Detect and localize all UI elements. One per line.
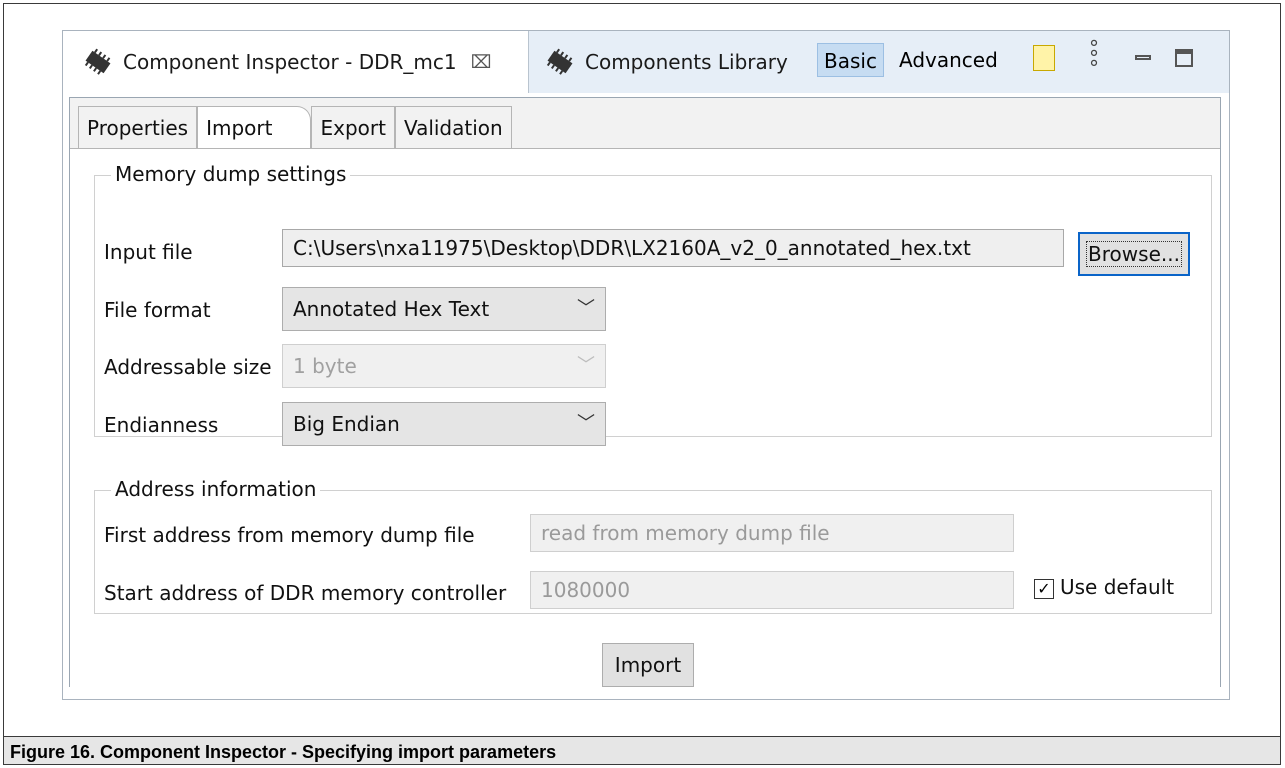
first-address-field: read from memory dump file	[530, 514, 1014, 552]
use-default-checkbox[interactable]: ✓	[1034, 579, 1054, 599]
tab-component-inspector[interactable]: Component Inspector - DDR_mc1 ⌧	[63, 31, 529, 93]
first-address-label: First address from memory dump file	[104, 523, 475, 547]
advanced-mode-button[interactable]: Advanced	[893, 43, 1004, 77]
browse-button-label: Browse...	[1086, 241, 1182, 267]
tab-export[interactable]: Export	[311, 106, 395, 148]
endianness-value: Big Endian	[293, 412, 400, 436]
start-address-field: 1080000	[530, 571, 1014, 609]
tab-import[interactable]: Import	[197, 106, 312, 148]
component-inspector-window: Component Inspector - DDR_mc1 ⌧ Componen…	[62, 30, 1230, 700]
file-format-value: Annotated Hex Text	[293, 297, 490, 321]
memory-dump-group: Memory dump settings	[94, 162, 1212, 437]
tab-properties[interactable]: Properties	[78, 106, 198, 148]
addressable-size-select: 1 byte ﹀	[282, 344, 606, 388]
tab-components-library-label: Components Library	[585, 50, 788, 74]
input-file-label: Input file	[104, 240, 193, 264]
minimize-icon[interactable]	[1135, 55, 1151, 60]
subtab-bar: Properties Import Export Validation	[78, 106, 512, 148]
tab-component-inspector-label: Component Inspector - DDR_mc1	[123, 50, 457, 74]
use-default-label: Use default	[1060, 575, 1175, 599]
view-menu-icon[interactable]: ° ° °	[1089, 38, 1099, 78]
maximize-icon[interactable]	[1175, 49, 1193, 67]
import-panel: Memory dump settings Input file C:\Users…	[70, 148, 1220, 687]
input-file-field[interactable]: C:\Users\nxa11975\Desktop\DDR\LX2160A_v2…	[282, 229, 1064, 267]
basic-mode-button[interactable]: Basic	[817, 43, 884, 77]
browse-button[interactable]: Browse...	[1078, 232, 1190, 276]
close-tab-icon[interactable]: ⌧	[471, 52, 492, 73]
figure-caption: Figure 16. Component Inspector - Specify…	[10, 742, 557, 762]
view-tab-bar: Component Inspector - DDR_mc1 ⌧ Componen…	[63, 31, 1229, 93]
chip-icon	[84, 48, 111, 75]
tab-components-library[interactable]: Components Library	[529, 31, 807, 93]
start-address-label: Start address of DDR memory controller	[104, 581, 507, 605]
file-format-label: File format	[104, 298, 211, 322]
addressable-size-value: 1 byte	[293, 354, 357, 378]
chevron-down-icon: ﹀	[577, 355, 595, 376]
chip-icon	[546, 48, 573, 75]
caption-bar: Figure 16. Component Inspector - Specify…	[3, 736, 1281, 765]
new-note-icon[interactable]	[1033, 45, 1055, 71]
endianness-label: Endianness	[104, 413, 219, 437]
file-format-select[interactable]: Annotated Hex Text ﹀	[282, 287, 606, 331]
addressable-size-label: Addressable size	[104, 355, 272, 379]
tab-validation[interactable]: Validation	[394, 106, 512, 148]
address-info-legend: Address information	[111, 477, 321, 501]
chevron-down-icon: ﹀	[577, 298, 595, 319]
inspector-content: Properties Import Export Validation Memo…	[69, 97, 1221, 687]
import-button[interactable]: Import	[602, 643, 694, 687]
chevron-down-icon: ﹀	[577, 413, 595, 434]
endianness-select[interactable]: Big Endian ﹀	[282, 402, 606, 446]
memory-dump-legend: Memory dump settings	[111, 162, 351, 186]
